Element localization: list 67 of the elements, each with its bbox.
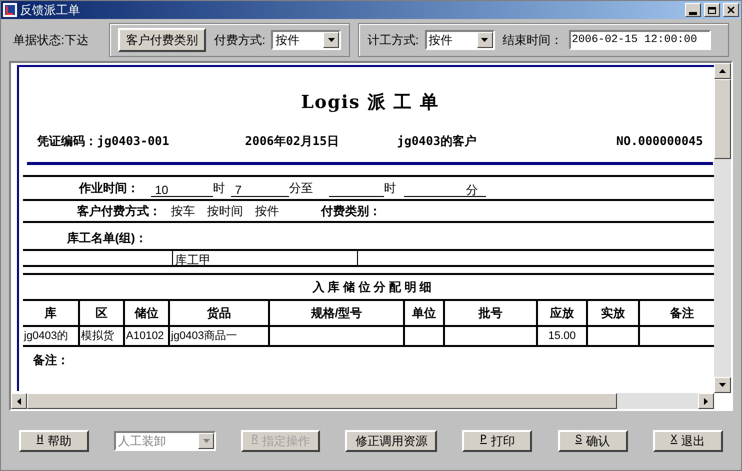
payment-method-dropdown[interactable]: 按件: [271, 30, 342, 50]
dropdown-arrow-icon: [328, 38, 335, 42]
work-time-label: 作业时间：: [78, 180, 140, 197]
detail-title: 入 库 储 位 分 配 明 细: [312, 279, 432, 296]
payment-method-label: 付费方式:: [214, 32, 266, 49]
action-button[interactable]: S 确认: [558, 430, 628, 452]
minute-unit-text: 分: [466, 181, 486, 197]
work-method-dropdown[interactable]: 按件: [424, 30, 495, 50]
window-title: 反馈派工单: [20, 2, 81, 19]
scroll-right-icon: [704, 398, 708, 404]
voucher-code-text: 凭证编码：jg0403-001: [37, 133, 170, 150]
minute-to-text: 分至: [289, 180, 314, 197]
column-header: 批号: [445, 301, 538, 325]
status-text: 单据状态:下达: [13, 32, 90, 49]
action-button[interactable]: 修正调用资源: [345, 430, 438, 452]
end-time-field[interactable]: 2006-02-15 12:00:00: [568, 30, 711, 50]
app-logo-icon: [3, 3, 17, 17]
scroll-left-icon: [17, 398, 21, 404]
column-header: 单位: [405, 301, 445, 325]
scroll-thumb[interactable]: [714, 79, 731, 159]
table-cell: 模拟货: [80, 327, 125, 345]
remarks-label: 备注：: [33, 352, 70, 369]
column-header: 实放: [588, 301, 640, 325]
column-header: 货品: [170, 301, 270, 325]
date-text: 2006年02月15日: [245, 133, 340, 150]
action-button[interactable]: P 打印: [462, 430, 532, 452]
payment-category-label: 付费类别：: [321, 203, 381, 220]
hour-unit-text: 时: [384, 180, 397, 197]
horizontal-scrollbar[interactable]: [11, 393, 714, 409]
table-cell: 15.00: [538, 327, 588, 345]
dropdown-arrow-icon: [481, 38, 488, 42]
payment-option-text: 按车: [171, 203, 195, 220]
column-header: 储位: [125, 301, 170, 325]
document-title: Logis 派 工 单: [300, 91, 440, 115]
close-icon: [726, 6, 736, 14]
maximize-icon: [707, 6, 717, 14]
maximize-button[interactable]: [704, 3, 720, 17]
table-cell: jg0403商品一: [170, 327, 270, 345]
start-minute-field[interactable]: 7: [231, 181, 289, 197]
minimize-button[interactable]: [685, 3, 701, 17]
payment-option-text: 按时间: [207, 203, 243, 220]
work-method-label: 计工方式:: [367, 32, 419, 49]
worker-cell: 库工甲: [173, 251, 358, 265]
table-cell: A10102: [125, 327, 170, 345]
customer-payment-label: 客户付费方式：: [76, 203, 162, 220]
column-header: 应放: [538, 301, 588, 325]
vertical-scrollbar[interactable]: [714, 63, 731, 393]
close-button[interactable]: [723, 3, 739, 17]
payment-option-text: 按件: [255, 203, 279, 220]
scroll-down-icon: [719, 383, 726, 387]
start-hour-field[interactable]: 10: [151, 181, 213, 197]
table-cell: jg0403的: [23, 327, 80, 345]
column-header: 区: [80, 301, 125, 325]
document-number-text: NO.000000045: [616, 133, 703, 150]
scroll-thumb[interactable]: [27, 393, 617, 409]
action-button[interactable]: X 退出: [652, 430, 723, 452]
customer-text: jg0403的客户: [397, 133, 478, 150]
hour-unit-text: 时: [213, 180, 226, 197]
customer-payment-button[interactable]: 客户付费类别: [118, 28, 206, 52]
minimize-icon: [689, 12, 697, 14]
end-time-label: 结束时间：: [502, 32, 563, 49]
column-header: 规格/型号: [270, 301, 405, 325]
column-header: 库: [23, 301, 80, 325]
dropdown-arrow-icon: [202, 438, 210, 442]
action-button[interactable]: H 帮助: [19, 430, 89, 452]
scroll-up-icon: [719, 69, 726, 73]
worker-list-label: 库工名单(组)：: [67, 230, 147, 247]
